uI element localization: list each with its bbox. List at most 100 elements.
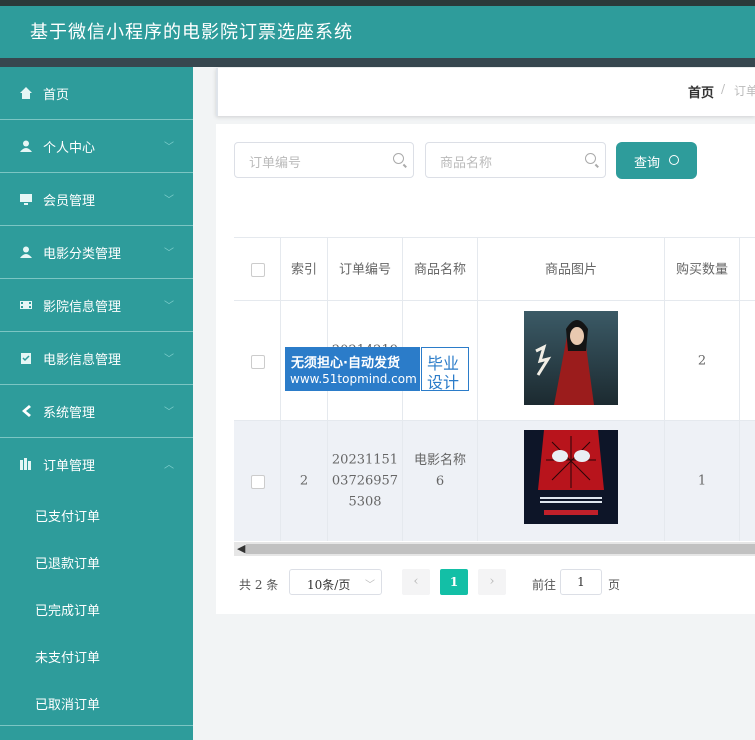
sidebar-item-label: 影院信息管理	[43, 300, 122, 315]
watermark-line1: 无须担心·自动发货	[291, 356, 400, 371]
monitor-icon	[20, 194, 32, 205]
movie-poster-image	[524, 430, 618, 524]
sidebar-item-order[interactable]: 订单管理 ︿	[0, 438, 193, 490]
sidebar-item-movie-category[interactable]: 电影分类管理 ﹀	[0, 226, 193, 279]
extra-cell	[740, 301, 755, 421]
header-cell: 索引	[281, 238, 328, 301]
order-no-placeholder: 订单编号	[249, 156, 302, 171]
watermark-left: 无须担心·自动发货 www.51topmind.com	[285, 347, 420, 391]
sidebar-item-label: 订单管理	[43, 459, 96, 474]
sidebar-item-label: 电影分类管理	[43, 247, 122, 262]
submenu-label: 未支付订单	[35, 651, 101, 666]
submenu-label: 已取消订单	[35, 698, 101, 713]
pagination: 共 2 条 10条/页 ﹀ ‹ 1 › 前往 1 页	[234, 568, 755, 598]
goto-label: 前往	[532, 578, 557, 592]
scroll-left-icon[interactable]: ◀	[237, 542, 245, 555]
submenu-label: 已完成订单	[35, 604, 101, 619]
page-size-select[interactable]: 10条/页 ﹀	[289, 569, 382, 595]
film-icon	[20, 301, 32, 309]
sidebar-item-label: 系统管理	[43, 406, 96, 421]
breadcrumb-separator: /	[721, 82, 726, 96]
quantity-cell: 2	[665, 301, 740, 421]
watermark-right: 毕业 设计	[421, 347, 469, 392]
chevron-down-icon: ﹀	[164, 301, 174, 312]
quantity-cell: 1	[665, 421, 740, 541]
submenu-completed-orders[interactable]: 已完成订单	[0, 584, 193, 631]
pagination-total: 共 2 条	[239, 578, 279, 592]
search-icon	[669, 155, 679, 165]
submenu-label: 已支付订单	[35, 510, 101, 525]
sidebar-item-label: 首页	[43, 88, 70, 103]
sidebar-item-system[interactable]: 系统管理 ﹀	[0, 385, 193, 438]
next-page-button[interactable]: ›	[478, 569, 506, 595]
header-cell: 购买数量	[665, 238, 740, 301]
user-icon	[20, 246, 32, 258]
order-submenu: 已支付订单 已退款订单 已完成订单 未支付订单 已取消订单	[0, 490, 193, 726]
back-arrow-icon	[22, 405, 31, 417]
sidebar-item-home[interactable]: 首页	[0, 67, 193, 120]
product-image-cell	[478, 301, 665, 421]
sidebar-item-member[interactable]: 会员管理 ﹀	[0, 173, 193, 226]
order-no-search-input[interactable]: 订单编号	[234, 142, 414, 178]
chevron-down-icon: ﹀	[365, 580, 375, 591]
scrollbar-thumb[interactable]	[246, 544, 755, 554]
user-icon	[20, 140, 32, 152]
submenu-unpaid-orders[interactable]: 未支付订单	[0, 631, 193, 678]
clipboard-icon	[21, 353, 31, 364]
header-cell: 订单编号	[328, 238, 403, 301]
watermark-line2: www.51topmind.com	[290, 372, 417, 386]
page-unit-label: 页	[608, 578, 621, 592]
chevron-down-icon: ﹀	[164, 195, 174, 206]
watermark-badge: 无须担心·自动发货 www.51topmind.com 毕业 设计	[285, 347, 469, 392]
table-header-row: 索引 订单编号 商品名称 商品图片 购买数量	[234, 237, 755, 301]
search-icon	[585, 153, 596, 164]
home-icon	[20, 87, 32, 99]
sidebar-item-label: 电影信息管理	[43, 353, 122, 368]
page-1-button[interactable]: 1	[440, 569, 468, 595]
product-name-placeholder: 商品名称	[440, 156, 493, 171]
product-image-cell	[478, 421, 665, 541]
order-icon	[20, 458, 31, 470]
horizontal-scrollbar[interactable]: ◀	[234, 542, 755, 556]
sidebar-item-label: 会员管理	[43, 194, 96, 209]
page-size-value: 10条/页	[307, 578, 351, 592]
table-row: 2 20231151 03726957 5308 电影名称 6 1	[234, 420, 755, 541]
breadcrumb-home[interactable]: 首页	[688, 82, 714, 101]
row-checkbox-cell	[234, 421, 281, 541]
chevron-down-icon: ﹀	[164, 142, 174, 153]
sidebar: 首页 个人中心 ﹀ 会员管理 ﹀ 电影分类管理 ﹀ 影院信息管理 ﹀ 电影信息管…	[0, 67, 193, 740]
sidebar-item-label: 个人中心	[43, 141, 96, 156]
submenu-refunded-orders[interactable]: 已退款订单	[0, 537, 193, 584]
prev-page-button[interactable]: ‹	[402, 569, 430, 595]
row-checkbox[interactable]	[251, 355, 265, 369]
header-cell	[740, 238, 755, 301]
header-cell: 商品名称	[403, 238, 478, 301]
query-label: 查询	[634, 156, 661, 171]
chevron-down-icon: ﹀	[164, 354, 174, 365]
chevron-down-icon: ﹀	[164, 248, 174, 259]
sidebar-item-cinema-info[interactable]: 影院信息管理 ﹀	[0, 279, 193, 332]
product-name-search-input[interactable]: 商品名称	[425, 142, 606, 178]
index-cell: 2	[281, 421, 328, 541]
submenu-label: 已退款订单	[35, 557, 101, 572]
chevron-down-icon: ﹀	[164, 407, 174, 418]
row-checkbox-cell	[234, 301, 281, 421]
order-no-cell: 20231151 03726957 5308	[328, 421, 403, 541]
breadcrumb: 首页 / 订单	[216, 68, 755, 116]
sidebar-item-movie-info[interactable]: 电影信息管理 ﹀	[0, 332, 193, 385]
header-checkbox-cell	[234, 238, 281, 301]
app-header: 基于微信小程序的电影院订票选座系统	[0, 6, 755, 67]
submenu-paid-orders[interactable]: 已支付订单	[0, 490, 193, 537]
search-icon	[393, 153, 404, 164]
product-name-cell: 电影名称 6	[403, 421, 478, 541]
chevron-up-icon: ︿	[164, 460, 174, 471]
row-checkbox[interactable]	[251, 475, 265, 489]
breadcrumb-current: 订单	[734, 84, 755, 98]
select-all-checkbox[interactable]	[251, 263, 265, 277]
header-cell: 商品图片	[478, 238, 665, 301]
query-button[interactable]: 查询	[616, 142, 697, 179]
sidebar-item-personal-center[interactable]: 个人中心 ﹀	[0, 120, 193, 173]
submenu-cancelled-orders[interactable]: 已取消订单	[0, 678, 193, 725]
movie-poster-image	[524, 311, 618, 405]
goto-page-input[interactable]: 1	[560, 569, 602, 595]
